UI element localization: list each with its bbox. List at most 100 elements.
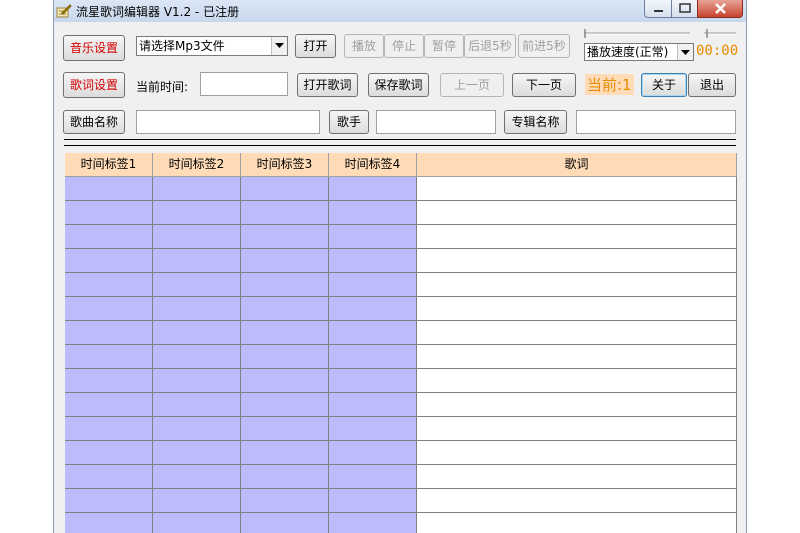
timestamp-cell[interactable] (241, 225, 329, 249)
pause-button[interactable]: 暂停 (424, 34, 464, 58)
table-row[interactable] (65, 249, 737, 273)
stop-button[interactable]: 停止 (384, 34, 424, 58)
timestamp-cell[interactable] (153, 321, 241, 345)
table-row[interactable] (65, 273, 737, 297)
timestamp-cell[interactable] (329, 273, 417, 297)
volume-slider[interactable] (702, 28, 738, 40)
table-row[interactable] (65, 177, 737, 201)
timestamp-cell[interactable] (153, 249, 241, 273)
timestamp-cell[interactable] (329, 321, 417, 345)
title-bar[interactable]: 流星歌词编辑器 V1.2 - 已注册 (54, 0, 746, 22)
prev-page-button[interactable]: 上一页 (440, 73, 504, 97)
close-button[interactable] (697, 0, 743, 18)
timestamp-cell[interactable] (241, 417, 329, 441)
timestamp-cell[interactable] (65, 273, 153, 297)
timestamp-cell[interactable] (241, 489, 329, 513)
lyric-cell[interactable] (417, 465, 737, 489)
timestamp-cell[interactable] (241, 321, 329, 345)
timestamp-cell[interactable] (329, 441, 417, 465)
timestamp-cell[interactable] (153, 513, 241, 533)
timestamp-cell[interactable] (241, 465, 329, 489)
timestamp-cell[interactable] (65, 489, 153, 513)
timestamp-cell[interactable] (65, 441, 153, 465)
singer-field[interactable] (376, 110, 496, 134)
song-name-field[interactable] (136, 110, 320, 134)
lyric-cell[interactable] (417, 393, 737, 417)
lyric-cell[interactable] (417, 225, 737, 249)
timestamp-cell[interactable] (65, 321, 153, 345)
timestamp-cell[interactable] (153, 393, 241, 417)
timestamp-cell[interactable] (153, 225, 241, 249)
lyric-cell[interactable] (417, 273, 737, 297)
column-header[interactable]: 时间标签2 (153, 153, 241, 177)
timestamp-cell[interactable] (241, 441, 329, 465)
timestamp-cell[interactable] (329, 369, 417, 393)
timestamp-cell[interactable] (153, 489, 241, 513)
play-button[interactable]: 播放 (344, 34, 384, 58)
mp3-file-select[interactable]: 请选择Mp3文件 (136, 36, 288, 56)
timestamp-cell[interactable] (65, 393, 153, 417)
timestamp-cell[interactable] (329, 225, 417, 249)
timestamp-cell[interactable] (241, 297, 329, 321)
exit-button[interactable]: 退出 (688, 73, 736, 97)
column-header[interactable]: 时间标签3 (241, 153, 329, 177)
table-row[interactable] (65, 393, 737, 417)
lyric-cell[interactable] (417, 345, 737, 369)
minimize-button[interactable] (644, 0, 672, 18)
table-row[interactable] (65, 345, 737, 369)
timestamp-cell[interactable] (241, 513, 329, 533)
timestamp-cell[interactable] (329, 201, 417, 225)
table-row[interactable] (65, 489, 737, 513)
timestamp-cell[interactable] (153, 297, 241, 321)
singer-button[interactable]: 歌手 (329, 110, 369, 134)
progress-slider[interactable] (582, 28, 692, 40)
table-row[interactable] (65, 465, 737, 489)
timestamp-cell[interactable] (153, 177, 241, 201)
open-lyric-button[interactable]: 打开歌词 (297, 73, 358, 97)
lyric-cell[interactable] (417, 441, 737, 465)
timestamp-cell[interactable] (65, 225, 153, 249)
timestamp-cell[interactable] (329, 489, 417, 513)
timestamp-cell[interactable] (65, 249, 153, 273)
timestamp-cell[interactable] (329, 177, 417, 201)
next-page-button[interactable]: 下一页 (512, 73, 576, 97)
timestamp-cell[interactable] (241, 393, 329, 417)
forward-5s-button[interactable]: 前进5秒 (518, 34, 570, 58)
save-lyric-button[interactable]: 保存歌词 (368, 73, 429, 97)
timestamp-cell[interactable] (153, 441, 241, 465)
timestamp-cell[interactable] (65, 177, 153, 201)
timestamp-cell[interactable] (65, 201, 153, 225)
music-settings-button[interactable]: 音乐设置 (63, 35, 125, 61)
chevron-down-icon[interactable] (271, 37, 287, 55)
timestamp-cell[interactable] (153, 417, 241, 441)
lyric-cell[interactable] (417, 249, 737, 273)
song-name-button[interactable]: 歌曲名称 (63, 110, 125, 134)
lyric-cell[interactable] (417, 489, 737, 513)
chevron-down-icon[interactable] (677, 44, 693, 60)
timestamp-cell[interactable] (329, 465, 417, 489)
timestamp-cell[interactable] (153, 201, 241, 225)
maximize-button[interactable] (671, 0, 698, 18)
table-row[interactable] (65, 369, 737, 393)
column-header[interactable]: 歌词 (417, 153, 737, 177)
table-row[interactable] (65, 441, 737, 465)
column-header[interactable]: 时间标签4 (329, 153, 417, 177)
speed-select[interactable]: 播放速度(正常) (584, 43, 694, 61)
about-button[interactable]: 关于 (641, 73, 687, 97)
timestamp-cell[interactable] (241, 345, 329, 369)
timestamp-cell[interactable] (153, 369, 241, 393)
album-button[interactable]: 专辑名称 (504, 110, 567, 134)
lyric-cell[interactable] (417, 513, 737, 533)
lyric-cell[interactable] (417, 321, 737, 345)
table-row[interactable] (65, 417, 737, 441)
open-file-button[interactable]: 打开 (295, 34, 336, 58)
lyric-cell[interactable] (417, 417, 737, 441)
timestamp-cell[interactable] (329, 513, 417, 533)
column-header[interactable]: 时间标签1 (65, 153, 153, 177)
lyric-grid[interactable]: 时间标签1 时间标签2 时间标签3 时间标签4 歌词 (65, 153, 737, 533)
timestamp-cell[interactable] (241, 369, 329, 393)
timestamp-cell[interactable] (153, 345, 241, 369)
timestamp-cell[interactable] (65, 369, 153, 393)
timestamp-cell[interactable] (153, 273, 241, 297)
table-row[interactable] (65, 513, 737, 533)
